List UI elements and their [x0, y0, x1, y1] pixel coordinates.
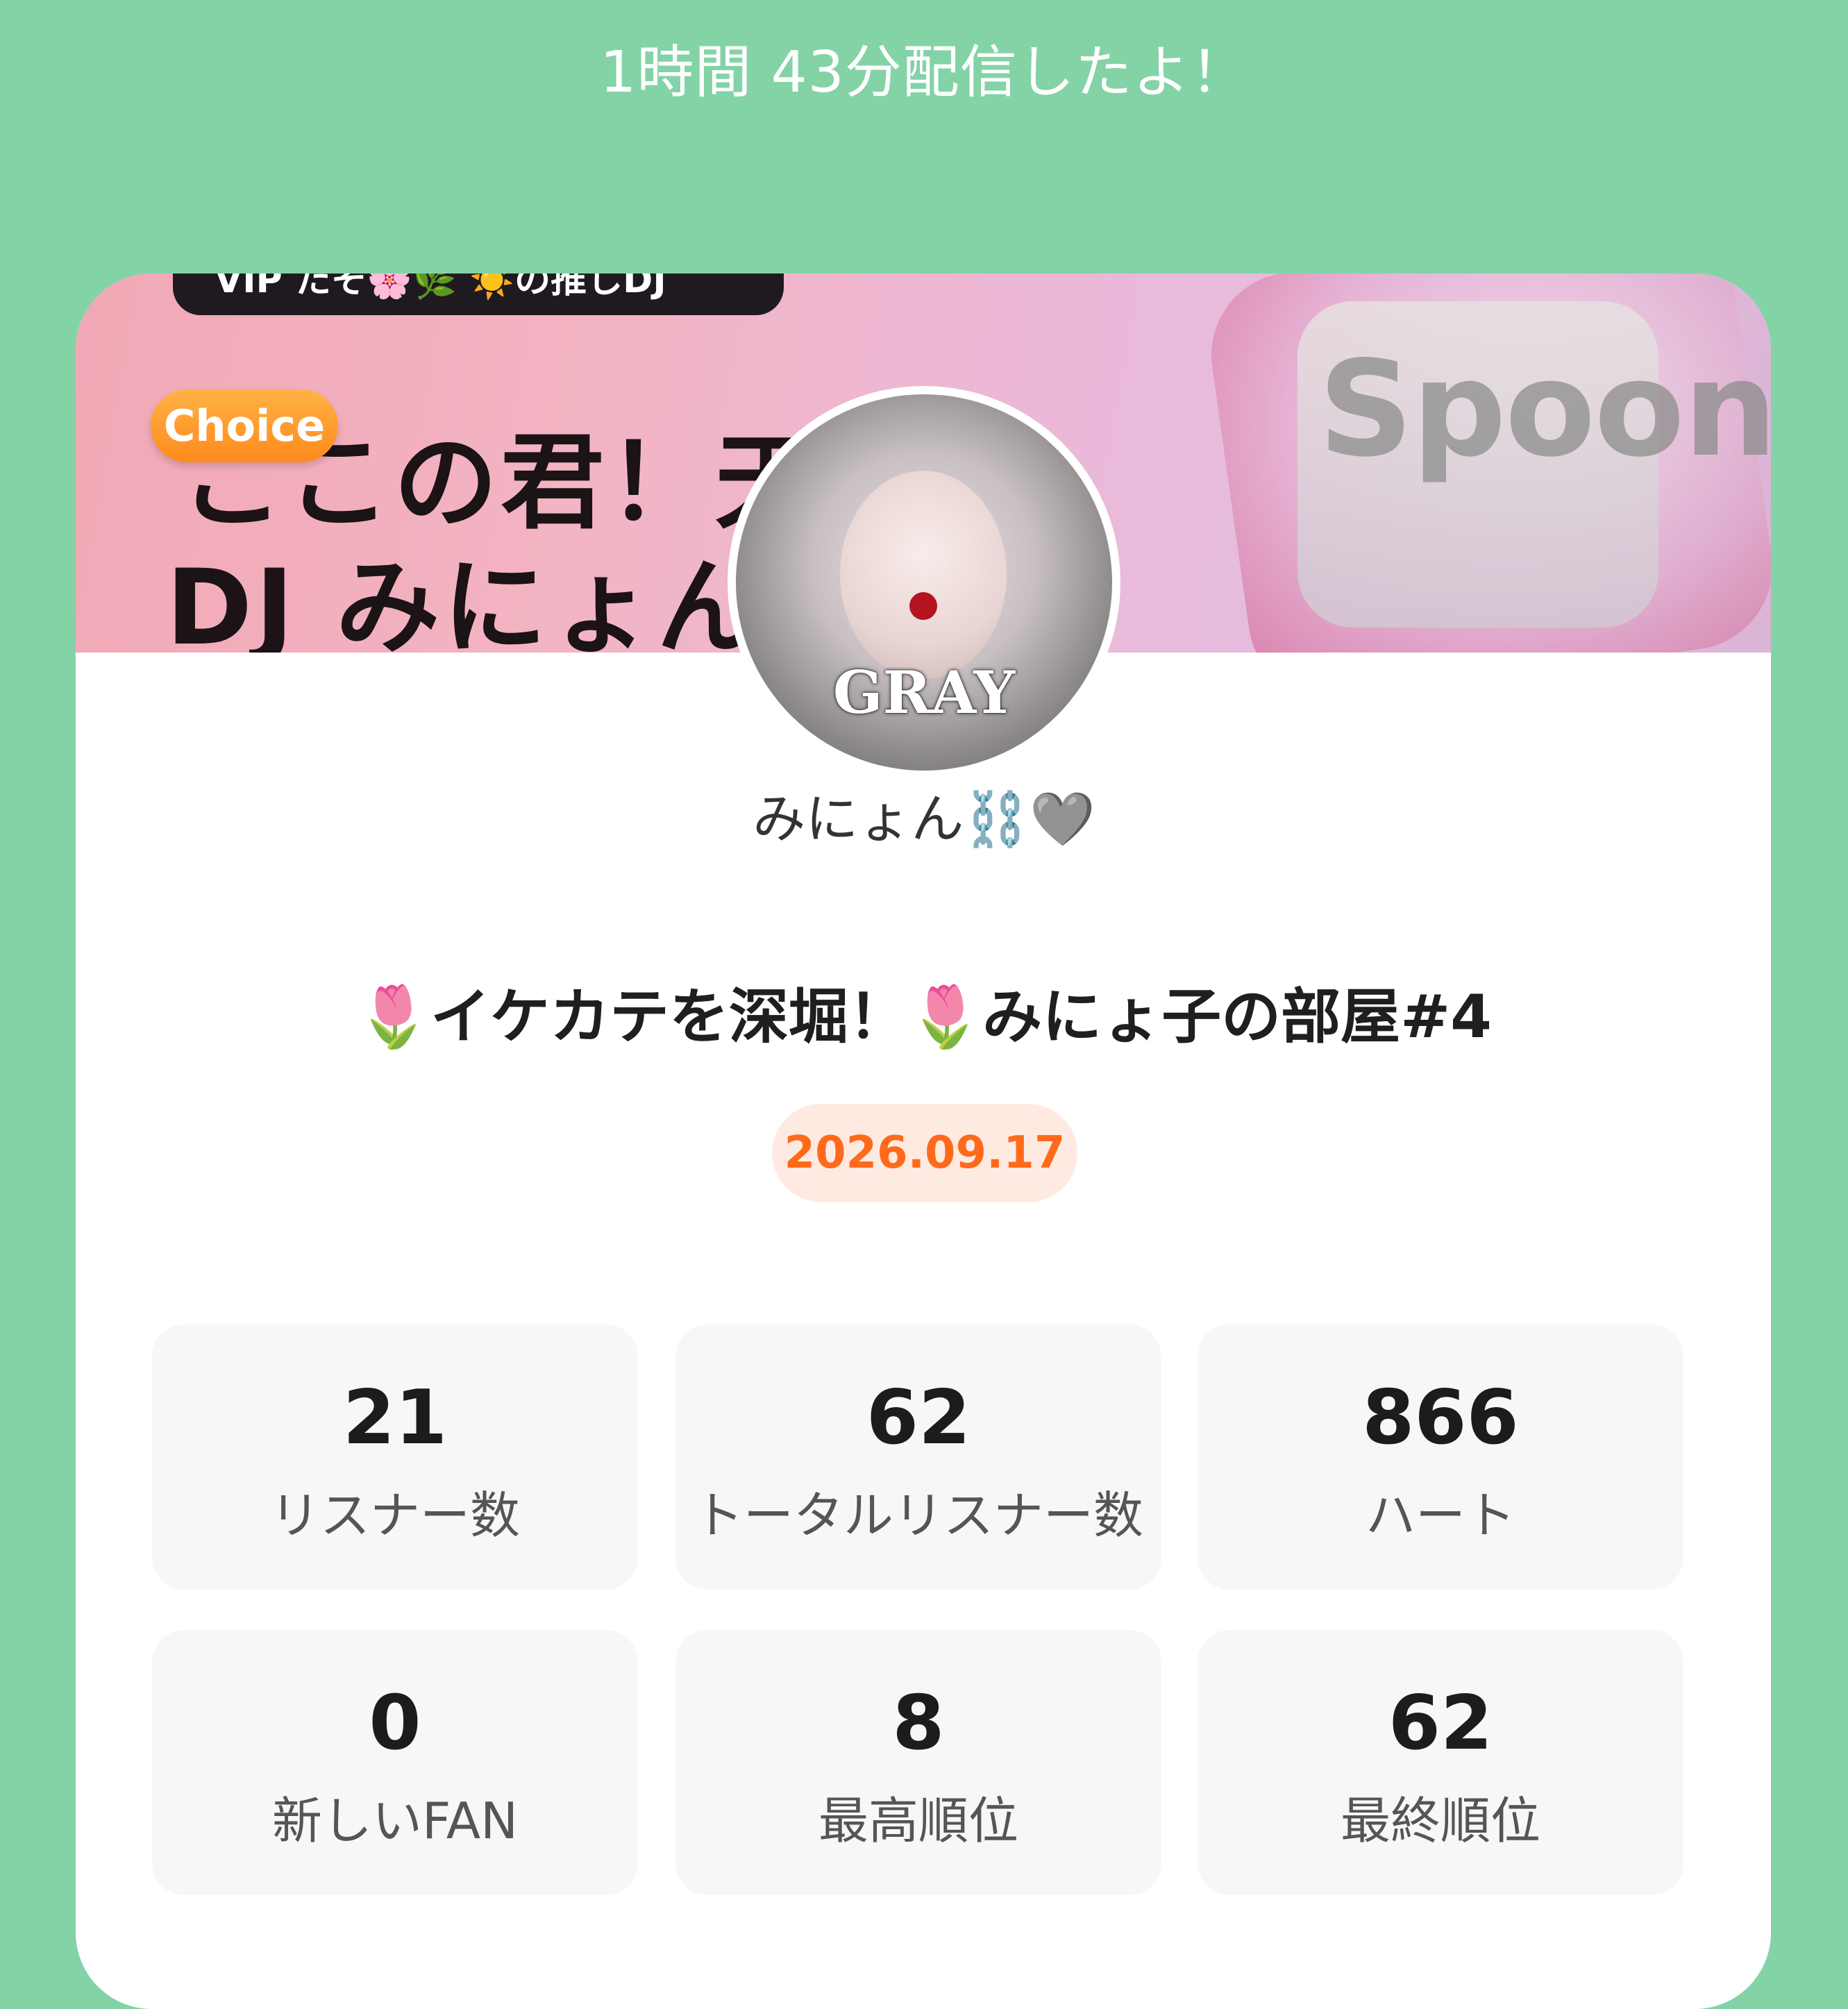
stat-label: 最終順位 — [1340, 1792, 1540, 1850]
stat-card-final-rank: 62 最終順位 — [1198, 1630, 1683, 1895]
stat-value: 21 — [342, 1375, 448, 1461]
stat-label: トータルリスナー数 — [693, 1486, 1143, 1545]
stat-card-new-fans: 0 新しいFAN — [152, 1630, 638, 1895]
stat-value: 62 — [866, 1375, 971, 1461]
stat-card-total-listeners: 62 トータルリスナー数 — [675, 1325, 1161, 1590]
live-title: 🌷イケカテを深堀！🌷みにょ子の部屋#4 — [355, 982, 1493, 1052]
choice-badge: Choice — [151, 389, 338, 462]
stat-label: リスナー数 — [269, 1486, 520, 1545]
rose-icon — [909, 592, 937, 620]
avatar-portrait — [840, 471, 1007, 679]
broadcast-duration-title: 1時間 43分配信したよ！ — [600, 40, 1248, 106]
stat-label: 新しいFAN — [272, 1792, 518, 1850]
stat-value: 8 — [892, 1680, 945, 1767]
banner-title-line-2: DJ みにょん — [166, 548, 764, 653]
stat-card-listeners: 21 リスナー数 — [152, 1325, 638, 1590]
stat-label: 最高順位 — [818, 1792, 1018, 1850]
stat-value: 866 — [1362, 1375, 1519, 1461]
stat-value: 0 — [369, 1680, 421, 1767]
banner-top-bar: VIP たそ🌸🌿 ☀️の推しDJ — [173, 274, 784, 315]
stat-card-highest-rank: 8 最高順位 — [675, 1630, 1161, 1895]
stat-value: 62 — [1388, 1680, 1493, 1767]
avatar-label: GRAY — [832, 658, 1016, 727]
avatar[interactable]: GRAY — [736, 394, 1112, 771]
spoon-logo: Spoon — [1318, 333, 1771, 486]
stat-card-hearts: 866 ハート — [1198, 1325, 1683, 1590]
stat-label: ハート — [1365, 1486, 1515, 1545]
date-badge: 2026.09.17 — [772, 1104, 1077, 1202]
dj-name[interactable]: みにょん⛓️🩶 — [0, 781, 1848, 857]
